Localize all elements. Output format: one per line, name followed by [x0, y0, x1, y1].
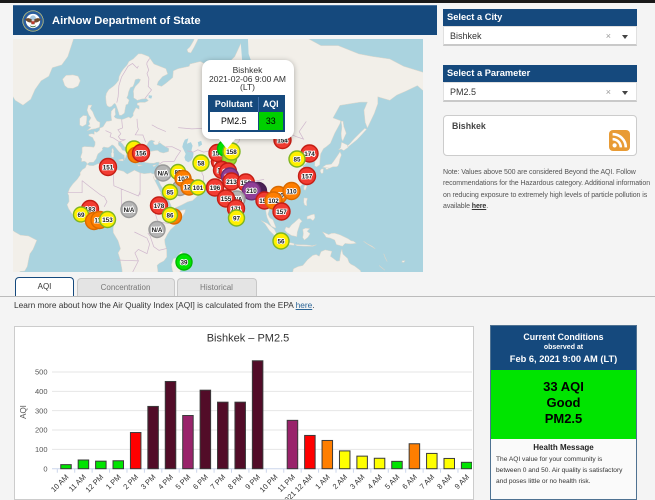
svg-text:156: 156	[136, 150, 147, 157]
svg-text:400: 400	[35, 387, 48, 396]
svg-text:174: 174	[304, 151, 315, 158]
svg-text:210: 210	[246, 188, 257, 195]
svg-text:110: 110	[286, 188, 297, 195]
svg-text:97: 97	[233, 215, 241, 222]
svg-text:178: 178	[154, 203, 165, 210]
svg-text:9 AM: 9 AM	[453, 473, 471, 491]
svg-text:58: 58	[197, 160, 205, 167]
svg-text:6 PM: 6 PM	[191, 473, 210, 492]
svg-text:12 PM: 12 PM	[84, 473, 106, 495]
svg-text:2 PM: 2 PM	[121, 473, 140, 492]
svg-text:157: 157	[302, 173, 313, 180]
svg-text:N/A: N/A	[158, 170, 169, 177]
svg-text:1 PM: 1 PM	[104, 473, 123, 492]
svg-text:7 PM: 7 PM	[208, 473, 227, 492]
svg-text:85: 85	[166, 189, 174, 196]
svg-text:213: 213	[226, 179, 237, 186]
svg-text:56: 56	[277, 238, 285, 245]
svg-text:4 PM: 4 PM	[156, 473, 175, 492]
svg-text:151: 151	[103, 164, 114, 171]
svg-text:300: 300	[35, 406, 48, 415]
svg-text:5 PM: 5 PM	[174, 473, 193, 492]
svg-text:69: 69	[77, 212, 85, 219]
svg-text:2 AM: 2 AM	[331, 473, 349, 491]
svg-text:N/A: N/A	[124, 207, 135, 214]
svg-text:157: 157	[276, 209, 287, 216]
svg-text:4 AM: 4 AM	[366, 473, 384, 491]
svg-text:10 PM: 10 PM	[258, 473, 280, 495]
svg-text:86: 86	[166, 212, 174, 219]
svg-text:153: 153	[102, 217, 113, 224]
svg-text:5 AM: 5 AM	[383, 473, 401, 491]
svg-text:N/A: N/A	[152, 227, 163, 234]
svg-text:3 PM: 3 PM	[139, 473, 158, 492]
svg-text:8 PM: 8 PM	[226, 473, 245, 492]
svg-text:158: 158	[226, 149, 237, 156]
svg-text:Bishkek – PM2.5: Bishkek – PM2.5	[207, 333, 290, 345]
svg-text:0: 0	[43, 464, 47, 473]
svg-text:100: 100	[35, 445, 48, 454]
svg-text:6 AM: 6 AM	[400, 473, 418, 491]
svg-text:7 AM: 7 AM	[418, 473, 436, 491]
svg-text:3 AM: 3 AM	[348, 473, 366, 491]
svg-text:10 AM: 10 AM	[49, 473, 70, 494]
svg-text:200: 200	[35, 426, 48, 435]
svg-text:500: 500	[35, 368, 48, 377]
svg-text:85: 85	[293, 156, 301, 163]
svg-text:AQI: AQI	[19, 405, 28, 419]
svg-text:1 AM: 1 AM	[313, 473, 331, 491]
svg-text:39: 39	[180, 259, 188, 266]
svg-text:8 AM: 8 AM	[435, 473, 453, 491]
svg-text:101: 101	[193, 185, 204, 192]
svg-text:196: 196	[210, 185, 221, 192]
